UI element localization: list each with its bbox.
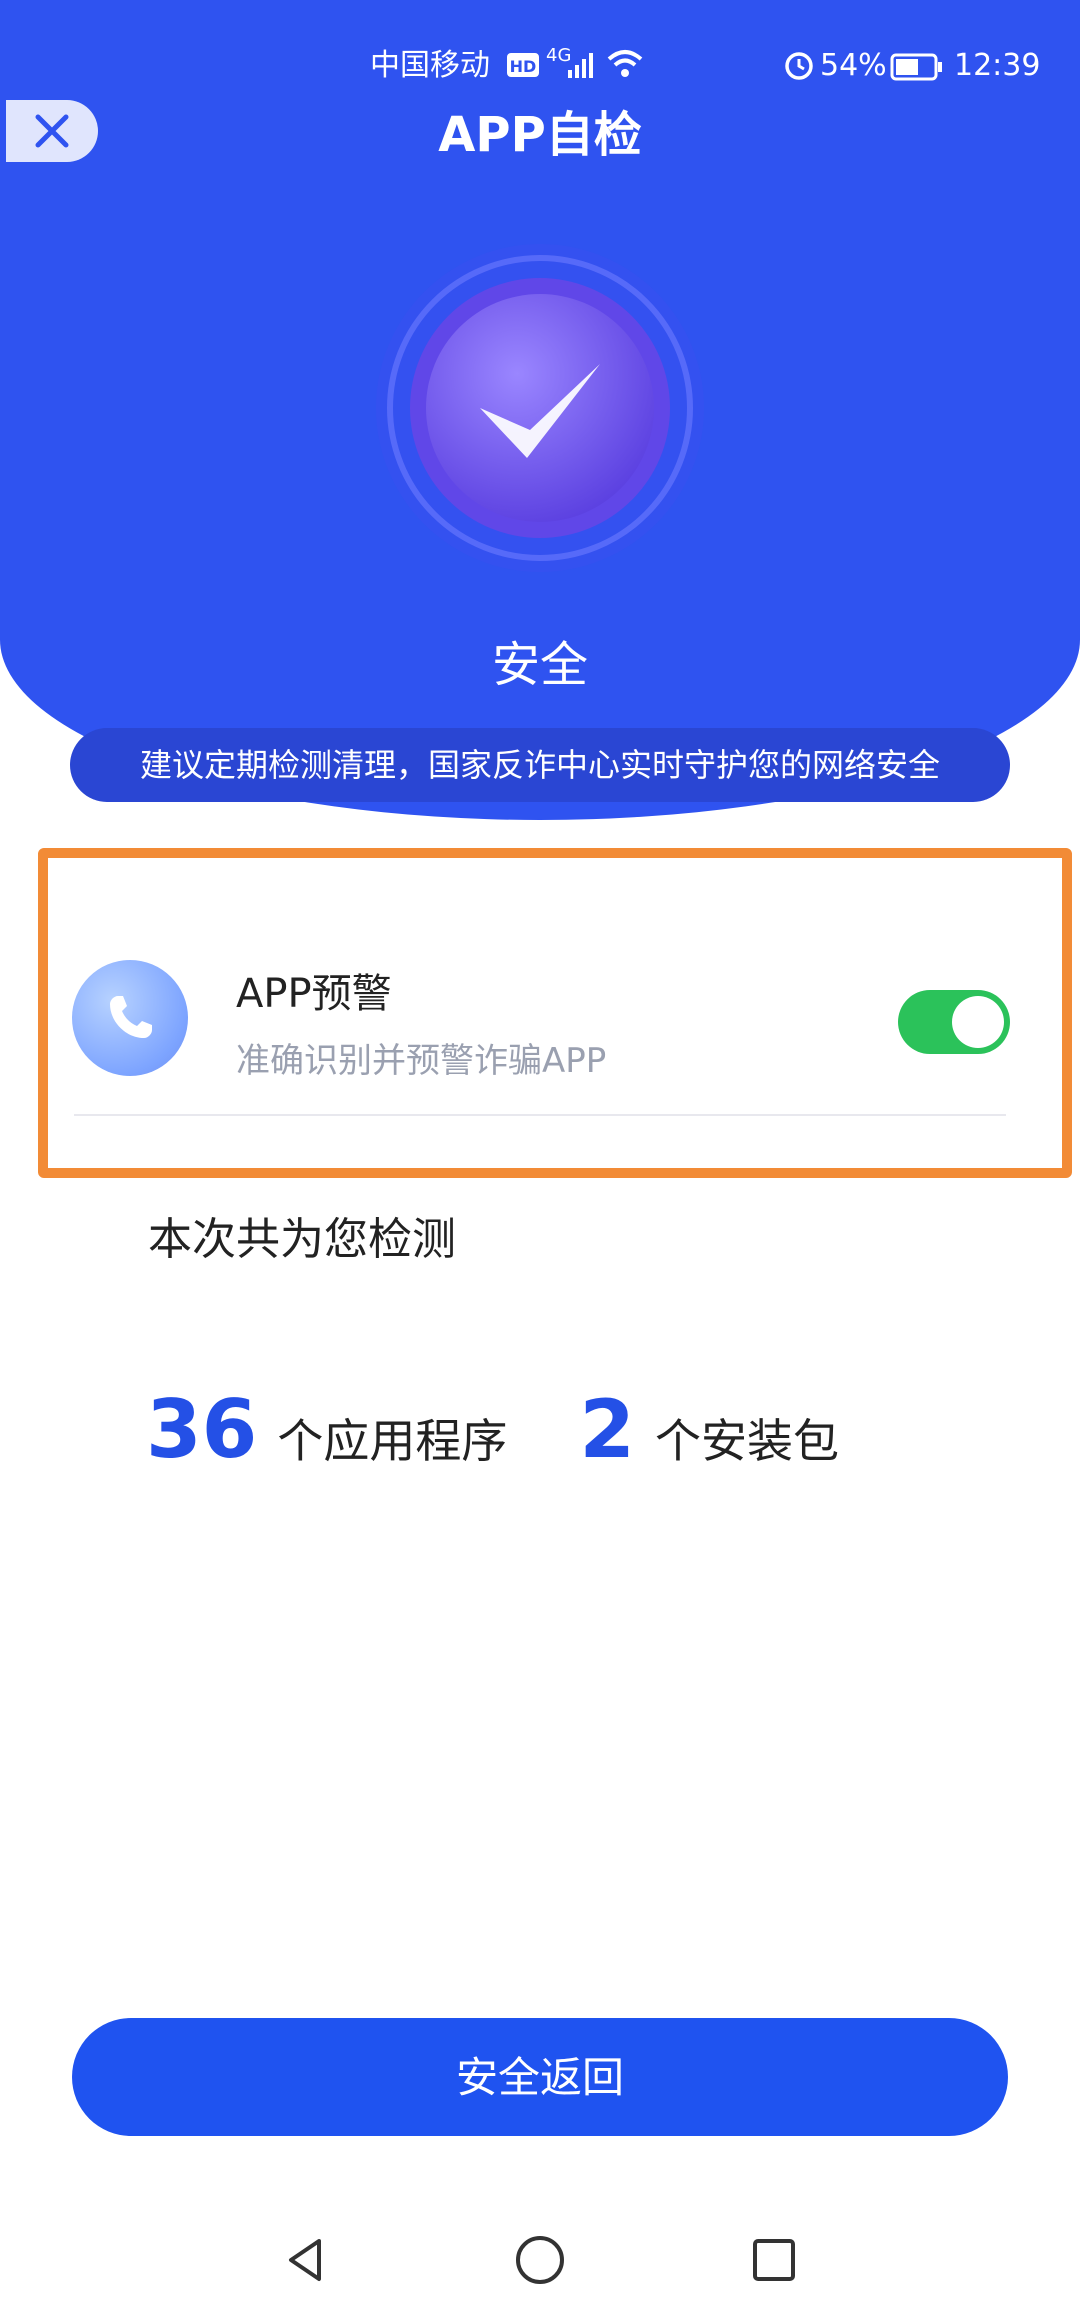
app-warning-toggle[interactable]	[898, 990, 1010, 1054]
row-divider	[74, 1114, 1006, 1116]
battery-percent: 54%	[820, 48, 887, 83]
scan-caption: 本次共为您检测	[148, 1214, 456, 1265]
back-triangle-icon	[289, 2239, 321, 2281]
phone-icon	[110, 996, 152, 1038]
home-circle-icon	[516, 2236, 564, 2284]
packages-unit: 个安装包	[655, 1414, 839, 1468]
apps-count: 36	[146, 1383, 258, 1476]
nav-home-button[interactable]	[500, 2220, 580, 2300]
app-warning-title: APP预警	[236, 971, 392, 1017]
hd-icon: HD	[506, 50, 540, 91]
app-warning-row: APP预警 准确识别并预警诈骗APP	[72, 960, 1010, 1120]
alarm-icon	[782, 48, 816, 93]
recents-square-icon	[753, 2239, 795, 2281]
page-title: APP自检	[438, 107, 642, 163]
toggle-knob	[952, 996, 1004, 1048]
wifi-icon	[606, 48, 644, 91]
scan-status: 安全	[491, 637, 588, 693]
battery-icon	[890, 52, 944, 92]
security-tip: 建议定期检测清理，国家反诈中心实时守护您的网络安全	[70, 728, 1010, 802]
apps-unit: 个应用程序	[277, 1414, 508, 1468]
clock: 12:39	[954, 48, 1041, 83]
app-warning-subtitle: 准确识别并预警诈骗APP	[236, 1041, 607, 1081]
safe-return-button[interactable]: 安全返回	[72, 2018, 1008, 2136]
nav-back-button[interactable]	[266, 2220, 346, 2300]
app-warning-icon-badge	[72, 960, 188, 1076]
svg-text:HD: HD	[510, 57, 537, 76]
carrier-label: 中国移动	[370, 48, 490, 83]
scan-stats: 36 个应用程序 2 个安装包	[146, 1380, 839, 1490]
nav-recents-button[interactable]	[734, 2220, 814, 2300]
signal-icon	[566, 50, 596, 91]
packages-count: 2	[579, 1383, 635, 1476]
safe-check-icon	[372, 240, 708, 576]
system-nav-bar	[0, 2204, 1080, 2324]
